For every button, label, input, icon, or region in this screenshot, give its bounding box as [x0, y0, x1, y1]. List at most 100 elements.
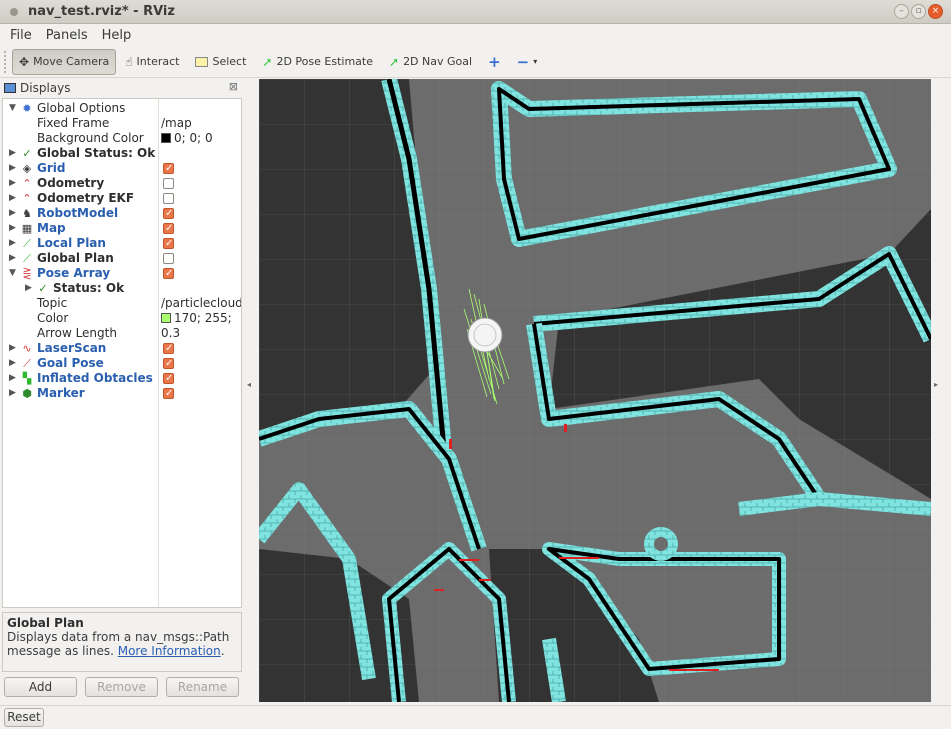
arrow-icon: ⟋	[23, 357, 31, 370]
expand-arrow-icon[interactable]: ▶	[9, 161, 16, 176]
tree-row-global-options[interactable]: ▼ ✹ Global Options	[3, 101, 241, 116]
move-camera-button[interactable]: ✥ Move Camera	[12, 48, 117, 75]
rename-button[interactable]: Rename	[166, 677, 239, 697]
background-color-value[interactable]: 0; 0; 0	[161, 131, 213, 146]
map-checkbox[interactable]	[163, 221, 174, 236]
expand-arrow-icon[interactable]: ▶	[9, 191, 16, 206]
help-box: Global Plan Displays data from a nav_msg…	[2, 612, 242, 672]
tree-row-laserscan[interactable]: ▶ ∿ LaserScan	[3, 341, 241, 356]
status-bar: Reset	[0, 705, 951, 729]
expand-arrow-icon[interactable]: ▶	[9, 176, 16, 191]
help-title: Global Plan	[7, 616, 84, 630]
tree-label: Marker	[37, 386, 85, 400]
add-button[interactable]: Add	[4, 677, 77, 697]
pose-estimate-button[interactable]: ➚ 2D Pose Estimate	[255, 49, 380, 75]
expand-arrow-icon[interactable]: ▶	[9, 146, 16, 161]
inflated-checkbox[interactable]	[163, 371, 174, 386]
tree-row-odometry-ekf[interactable]: ▶ ⌃ Odometry EKF	[3, 191, 241, 206]
panel-close-icon[interactable]: ⊠	[229, 80, 238, 93]
pose-arrow-icon: ➚	[262, 54, 273, 69]
tree-row-grid[interactable]: ▶ ◈ Grid	[3, 161, 241, 176]
tree-row-local-plan[interactable]: ▶ ⟋ Local Plan	[3, 236, 241, 251]
menu-help[interactable]: Help	[102, 28, 132, 43]
add-tool-button[interactable]: +	[481, 49, 508, 75]
menu-file[interactable]: File	[10, 28, 32, 43]
tree-row-color[interactable]: Color 170; 255;	[3, 311, 241, 326]
local-plan-checkbox[interactable]	[163, 236, 174, 251]
tree-row-background-color[interactable]: Background Color 0; 0; 0	[3, 131, 241, 146]
path-icon: ⟋	[23, 252, 31, 265]
expand-arrow-icon[interactable]: ▶	[9, 236, 16, 251]
grid-checkbox[interactable]	[163, 161, 174, 176]
tree-label: Topic	[37, 296, 68, 310]
tree-row-global-status[interactable]: ▶ ✓ Global Status: Ok	[3, 146, 241, 161]
tree-row-status-ok[interactable]: ▶ ✓ Status: Ok	[3, 281, 241, 296]
reset-button[interactable]: Reset	[4, 708, 44, 727]
tree-row-map[interactable]: ▶ ▦ Map	[3, 221, 241, 236]
background-color-text: 0; 0; 0	[174, 131, 213, 145]
expand-arrow-icon[interactable]: ▶	[9, 221, 16, 236]
right-splitter-handle[interactable]: ▸	[934, 380, 938, 389]
expand-arrow-icon[interactable]: ▶	[9, 356, 16, 371]
odometry-checkbox[interactable]	[163, 178, 174, 189]
tree-label: Map	[37, 221, 66, 235]
remove-tool-button[interactable]: − ▾	[510, 49, 545, 75]
arrow-length-value[interactable]: 0.3	[161, 326, 180, 341]
close-icon[interactable]: ×	[928, 4, 943, 19]
maximize-icon[interactable]: ▫	[911, 4, 926, 19]
displays-title: Displays	[20, 81, 71, 95]
left-splitter-handle[interactable]: ◂	[247, 380, 251, 389]
tree-row-goal-pose[interactable]: ▶ ⟋ Goal Pose	[3, 356, 241, 371]
minimize-icon[interactable]: –	[894, 4, 909, 19]
odometry-ekf-checkbox[interactable]	[163, 193, 174, 204]
expand-arrow-icon[interactable]: ▶	[25, 281, 32, 296]
tree-row-topic[interactable]: Topic /particlecloud	[3, 296, 241, 311]
pose-array-checkbox[interactable]	[163, 266, 174, 281]
marker-checkbox[interactable]	[163, 386, 174, 401]
goal-pose-checkbox[interactable]	[163, 356, 174, 371]
expand-arrow-icon[interactable]: ▶	[9, 251, 16, 266]
laserscan-checkbox[interactable]	[163, 341, 174, 356]
tree-row-robotmodel[interactable]: ▶ ♞ RobotModel	[3, 206, 241, 221]
tree-label: Goal Pose	[37, 356, 104, 370]
color-value[interactable]: 170; 255;	[161, 311, 232, 326]
remove-button[interactable]: Remove	[85, 677, 158, 697]
expand-arrow-icon[interactable]: ▶	[9, 386, 16, 401]
tree-row-inflated-obtacles[interactable]: ▶ ▚ Inflated Obtacles	[3, 371, 241, 386]
interact-button[interactable]: ☝ Interact	[118, 49, 186, 75]
global-plan-checkbox[interactable]	[163, 253, 174, 264]
tree-label: Grid	[37, 161, 66, 175]
expand-arrow-icon[interactable]: ▶	[9, 371, 16, 386]
tree-row-pose-array[interactable]: ▼ ⋛ Pose Array	[3, 266, 241, 281]
3d-viewport[interactable]	[259, 79, 931, 702]
tree-row-fixed-frame[interactable]: Fixed Frame /map	[3, 116, 241, 131]
expand-arrow-icon[interactable]: ▶	[9, 206, 16, 221]
tree-row-global-plan[interactable]: ▶ ⟋ Global Plan	[3, 251, 241, 266]
map-icon: ▦	[21, 222, 33, 235]
move-camera-label: Move Camera	[33, 55, 110, 68]
tree-label: LaserScan	[37, 341, 107, 355]
select-box-icon	[195, 56, 209, 67]
expand-arrow-icon[interactable]: ▼	[9, 101, 16, 116]
monitor-icon	[4, 83, 16, 93]
toolbar: ✥ Move Camera ☝ Interact Select ➚ 2D Pos…	[0, 46, 951, 78]
tree-label: Color	[37, 311, 69, 325]
fixed-frame-value[interactable]: /map	[161, 116, 192, 131]
tree-row-marker[interactable]: ▶ ⬢ Marker	[3, 386, 241, 401]
more-information-link[interactable]: More Information	[118, 644, 221, 658]
select-button[interactable]: Select	[188, 49, 253, 75]
tree-row-arrow-length[interactable]: Arrow Length 0.3	[3, 326, 241, 341]
menu-panels[interactable]: Panels	[46, 28, 88, 43]
nav-goal-button[interactable]: ➚ 2D Nav Goal	[382, 49, 479, 75]
topic-value[interactable]: /particlecloud	[161, 296, 241, 311]
toolbar-grip[interactable]	[4, 50, 8, 73]
robotmodel-checkbox[interactable]	[163, 206, 174, 221]
odometry-icon: ⌃	[22, 177, 32, 190]
tree-label: Global Plan	[37, 251, 114, 265]
minus-icon: −	[516, 52, 530, 71]
tree-label: Fixed Frame	[37, 116, 110, 130]
expand-arrow-icon[interactable]: ▶	[9, 341, 16, 356]
tree-row-odometry[interactable]: ▶ ⌃ Odometry	[3, 176, 241, 191]
expand-arrow-icon[interactable]: ▼	[9, 266, 16, 281]
check-icon: ✓	[38, 282, 48, 295]
